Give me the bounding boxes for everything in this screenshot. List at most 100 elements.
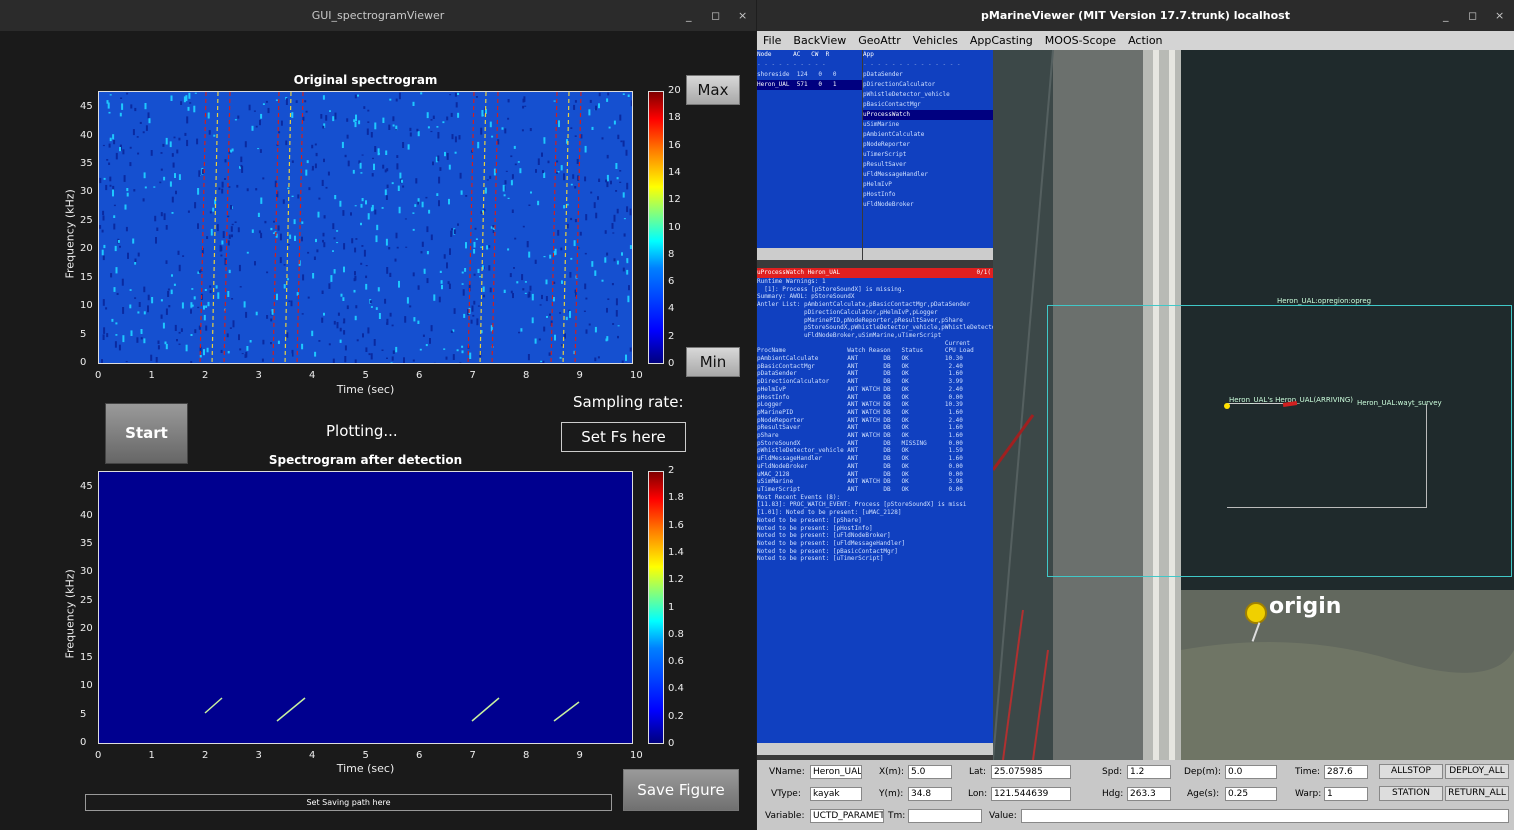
age-field[interactable]: 0.25 [1225,787,1277,801]
app-row[interactable]: pDirectionCalculator [863,80,993,90]
lon-field[interactable]: 121.544639 [991,787,1071,801]
appcast-scrollbar[interactable] [757,743,993,755]
menu-item-geoattr[interactable]: GeoAttr [852,31,907,50]
maximize-icon[interactable]: ◻ [711,0,720,31]
return-all-button[interactable]: RETURN_ALL [1445,786,1509,801]
colorbar-tick-label: 14 [668,166,681,178]
x-tick-label: 9 [576,370,583,381]
appcast-line: Runtime Warnings: 1 [757,278,826,285]
menu-item-appcasting[interactable]: AppCasting [964,31,1039,50]
node-scrollbar[interactable] [757,248,862,260]
colorbar-tick-label: 16 [668,139,681,151]
app-row[interactable]: pWhistleDetector_vehicle [863,90,993,100]
allstop-button[interactable]: ALLSTOP [1379,764,1443,779]
app-row[interactable]: uTimerScript [863,150,993,160]
appcast-line: Noted to be present: [pShare] [757,516,862,524]
y-tick-label: 30 [80,566,93,578]
hdg-field[interactable]: 263.3 [1127,787,1171,801]
minimize-icon[interactable]: _ [686,0,692,31]
save-figure-button[interactable]: Save Figure [623,769,739,811]
app-row[interactable]: pHelmIvP [863,180,993,190]
menu-item-moos-scope[interactable]: MOOS-Scope [1039,31,1122,50]
colorbar-tick-label: 10 [668,221,681,233]
set-fs-input[interactable]: Set Fs here [561,422,686,452]
node-header: Node AC CW R [757,51,830,58]
max-button[interactable]: Max [686,75,740,105]
start-button[interactable]: Start [105,403,188,464]
spd-field[interactable]: 1.2 [1127,765,1171,779]
appcast-line: pResultSaver ANT DB OK 1.60 [757,424,963,432]
variable-field[interactable]: UCTD_PARAMET [810,809,884,823]
dep-field[interactable]: 0.0 [1225,765,1277,779]
opregion-label: Heron_UAL:opregion:opreg [1277,297,1372,305]
app-row[interactable]: pHostInfo [863,190,993,200]
menu-item-action[interactable]: Action [1122,31,1168,50]
vehicle-info-bar: VName: Heron_UAL VType: kayak X(m): 5.0 … [757,760,1514,830]
menu-item-backview[interactable]: BackView [787,31,852,50]
app-row[interactable]: pNodeReporter [863,140,993,150]
close-icon[interactable]: × [738,0,747,31]
time-field[interactable]: 287.6 [1324,765,1368,779]
colorbar-tick-label: 1.6 [668,519,684,531]
node-row[interactable]: shoreside 124 0 0 [757,70,862,80]
x-tick-label: 3 [255,750,262,761]
appcast-line: pMarinePID ANT WATCH DB OK 1.60 [757,408,963,416]
close-icon[interactable]: × [1495,0,1504,31]
y-tick-label: 15 [80,651,93,663]
app-row[interactable]: uSimMarine [863,120,993,130]
station-button[interactable]: STATION [1379,786,1443,801]
appcast-line: Summary: AWOL: pStoreSoundX [757,293,855,301]
node-row[interactable]: Heron_UAL 571 0 1 [757,80,862,90]
app-row[interactable]: pResultSaver [863,160,993,170]
y-field[interactable]: 34.8 [908,787,952,801]
appcast-line: Noted to be present: [uTimerScript] [757,555,884,563]
app-row[interactable]: pBasicContactMgr [863,100,993,110]
lat-field[interactable]: 25.075985 [991,765,1071,779]
value-field[interactable] [1021,809,1509,823]
save-path-input[interactable]: Set Saving path here [85,794,612,811]
appcast-line: pDataSender ANT DB OK 1.60 [757,370,963,378]
plot1-ylabel: Frequency (kHz) [63,189,77,279]
app-row[interactable]: pDataSender [863,70,993,80]
detected-whistle-mark [204,697,223,714]
satellite-map[interactable]: Heron_UAL:opregion:opreg Heron_UAL's Her… [993,50,1514,760]
app-row[interactable]: uProcessWatch [863,110,993,120]
appcast-line: pDirectionCalculator,pHelmIvP,pLogger [757,308,938,316]
detected-whistle-mark [553,701,580,722]
appcast-line: uFldMessageHandler ANT DB OK 1.60 [757,455,963,463]
x-field[interactable]: 5.0 [908,765,952,779]
x-tick-label: 6 [416,750,423,761]
appcast-line: pBasicContactMgr ANT DB OK 2.40 [757,362,963,370]
pushpin-icon [1245,602,1267,624]
vname-field[interactable]: Heron_UAL [810,765,862,779]
app-row[interactable]: uFldMessageHandler [863,170,993,180]
y-tick-label: 40 [80,129,93,141]
app-row[interactable]: uFldNodeBroker [863,200,993,210]
plot1-colorbar [648,91,664,364]
colorbar-tick-label: 0.4 [668,683,684,695]
colorbar-tick-label: 1.2 [668,574,684,586]
original-spectrogram-plot [98,91,633,364]
node-list[interactable]: Node AC CW R - - - - - - - - - - shoresi… [757,50,862,248]
colorbar-tick-label: 20 [668,85,681,96]
menu-item-file[interactable]: File [757,31,787,50]
appcast-line: uTimerScript ANT DB OK 0.00 [757,485,963,493]
colorbar-tick-label: 0.2 [668,710,684,722]
vtype-field[interactable]: kayak [810,787,862,801]
x-tick-label: 0 [95,750,102,761]
colorbar-tick-label: 0 [668,358,675,369]
minimize-icon[interactable]: _ [1443,0,1449,31]
plot1-xlabel: Time (sec) [336,383,395,396]
app-scrollbar[interactable] [863,248,993,260]
app-list[interactable]: App - - - - - - - - - - - - - - pDataSen… [863,50,993,248]
tm-field[interactable] [908,809,982,823]
x-tick-label: 6 [416,370,423,381]
x-tick-label: 10 [630,750,643,761]
min-button[interactable]: Min [686,347,740,377]
menu-item-vehicles[interactable]: Vehicles [907,31,964,50]
x-tick-label: 9 [576,750,583,761]
app-row[interactable]: pAmbientCalculate [863,130,993,140]
warp-field[interactable]: 1 [1324,787,1368,801]
deploy-all-button[interactable]: DEPLOY_ALL [1445,764,1509,779]
maximize-icon[interactable]: ◻ [1468,0,1477,31]
